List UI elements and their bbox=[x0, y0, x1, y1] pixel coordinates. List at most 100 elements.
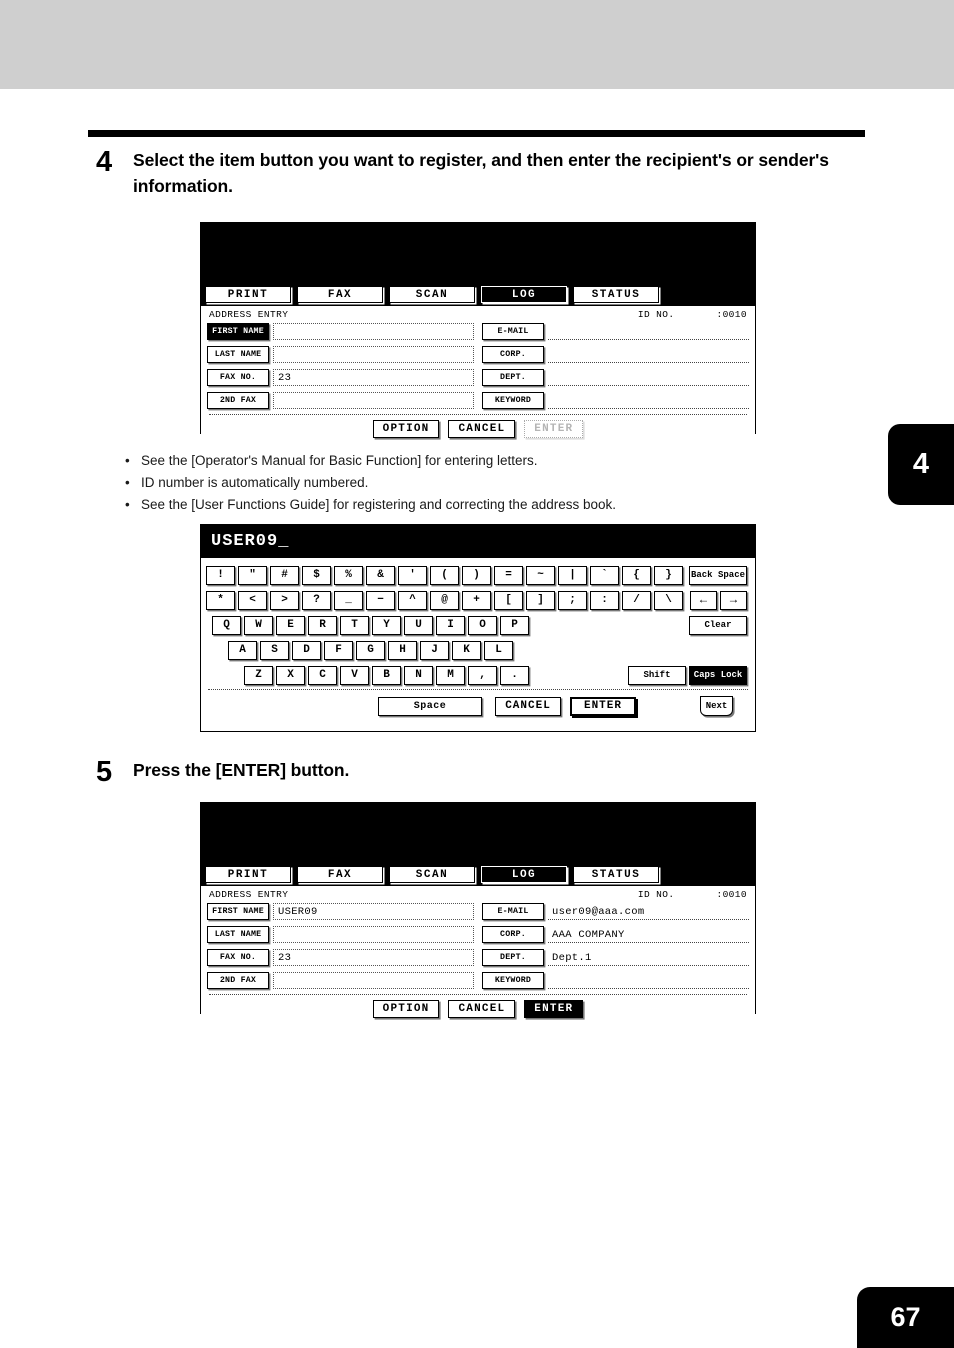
key-percent[interactable]: % bbox=[334, 565, 363, 585]
key-ampersand[interactable]: & bbox=[366, 565, 395, 585]
key-x[interactable]: X bbox=[276, 665, 305, 685]
tab-scan[interactable]: SCAN bbox=[389, 866, 475, 883]
tab-scan[interactable]: SCAN bbox=[389, 286, 475, 303]
key-colon[interactable]: : bbox=[590, 590, 619, 610]
key-l[interactable]: L bbox=[484, 640, 513, 660]
tab-status[interactable]: STATUS bbox=[573, 866, 659, 883]
key-b[interactable]: B bbox=[372, 665, 401, 685]
key-button-fax-no[interactable]: FAX NO. bbox=[207, 949, 269, 966]
next-button[interactable]: Next bbox=[700, 696, 733, 716]
key-tilde[interactable]: ~ bbox=[526, 565, 555, 585]
key-at-sign[interactable]: @ bbox=[430, 590, 459, 610]
field-value-2nd-fax[interactable] bbox=[273, 972, 474, 989]
key-period[interactable]: . bbox=[500, 665, 529, 685]
tab-fax[interactable]: FAX bbox=[297, 866, 383, 883]
key-d[interactable]: D bbox=[292, 640, 321, 660]
key-minus[interactable]: − bbox=[366, 590, 395, 610]
key-c[interactable]: C bbox=[308, 665, 337, 685]
field-value-keyword[interactable] bbox=[548, 972, 749, 989]
key-j[interactable]: J bbox=[420, 640, 449, 660]
key-pipe[interactable]: | bbox=[558, 565, 587, 585]
field-value-last-name[interactable] bbox=[273, 346, 474, 363]
key-button-last-name[interactable]: LAST NAME bbox=[207, 346, 269, 363]
key-i[interactable]: I bbox=[436, 615, 465, 635]
arrow-right-icon[interactable]: → bbox=[720, 590, 747, 610]
key-q[interactable]: Q bbox=[212, 615, 241, 635]
key-f[interactable]: F bbox=[324, 640, 353, 660]
key-brace-close[interactable]: } bbox=[654, 565, 683, 585]
key-t[interactable]: T bbox=[340, 615, 369, 635]
key-button-2nd-fax[interactable]: 2ND FAX bbox=[207, 392, 269, 409]
field-value-dept[interactable] bbox=[548, 369, 749, 386]
tab-print[interactable]: PRINT bbox=[205, 866, 291, 883]
key-button-email[interactable]: E-MAIL bbox=[482, 903, 544, 920]
key-backslash[interactable]: \ bbox=[654, 590, 683, 610]
key-button-dept[interactable]: DEPT. bbox=[482, 369, 544, 386]
key-quote[interactable]: " bbox=[238, 565, 267, 585]
key-p[interactable]: P bbox=[500, 615, 529, 635]
field-value-first-name[interactable]: USER09 bbox=[273, 903, 474, 920]
key-button-dept[interactable]: DEPT. bbox=[482, 949, 544, 966]
key-brace-open[interactable]: { bbox=[622, 565, 651, 585]
key-bracket-close[interactable]: ] bbox=[526, 590, 555, 610]
key-button-corp[interactable]: CORP. bbox=[482, 926, 544, 943]
key-y[interactable]: Y bbox=[372, 615, 401, 635]
key-v[interactable]: V bbox=[340, 665, 369, 685]
field-value-keyword[interactable] bbox=[548, 392, 749, 409]
key-underscore[interactable]: _ bbox=[334, 590, 363, 610]
key-m[interactable]: M bbox=[436, 665, 465, 685]
key-exclam[interactable]: ! bbox=[206, 565, 235, 585]
enter-button[interactable]: ENTER bbox=[524, 1000, 584, 1018]
key-button-first-name[interactable]: FIRST NAME bbox=[207, 903, 269, 920]
tab-log[interactable]: LOG bbox=[481, 866, 567, 883]
field-value-fax-no[interactable]: 23 bbox=[273, 369, 474, 386]
key-space[interactable]: Space bbox=[378, 696, 482, 716]
key-equals[interactable]: = bbox=[494, 565, 523, 585]
key-s[interactable]: S bbox=[260, 640, 289, 660]
option-button[interactable]: OPTION bbox=[372, 420, 440, 438]
key-shift[interactable]: Shift bbox=[628, 665, 686, 685]
key-slash[interactable]: / bbox=[622, 590, 651, 610]
key-button-first-name[interactable]: FIRST NAME bbox=[207, 323, 269, 340]
key-o[interactable]: O bbox=[468, 615, 497, 635]
key-back-space[interactable]: Back Space bbox=[689, 565, 747, 585]
key-greater-than[interactable]: > bbox=[270, 590, 299, 610]
key-clear[interactable]: Clear bbox=[689, 615, 747, 635]
tab-log[interactable]: LOG bbox=[481, 286, 567, 303]
field-value-email[interactable]: user09@aaa.com bbox=[548, 903, 749, 920]
key-less-than[interactable]: < bbox=[238, 590, 267, 610]
field-value-dept[interactable]: Dept.1 bbox=[548, 949, 749, 966]
field-value-email[interactable] bbox=[548, 323, 749, 340]
key-asterisk[interactable]: * bbox=[206, 590, 235, 610]
key-dollar[interactable]: $ bbox=[302, 565, 331, 585]
key-u[interactable]: U bbox=[404, 615, 433, 635]
key-semicolon[interactable]: ; bbox=[558, 590, 587, 610]
field-value-fax-no[interactable]: 23 bbox=[273, 949, 474, 966]
tab-fax[interactable]: FAX bbox=[297, 286, 383, 303]
key-button-keyword[interactable]: KEYWORD bbox=[482, 392, 544, 409]
cancel-button[interactable]: CANCEL bbox=[448, 1000, 516, 1018]
key-button-email[interactable]: E-MAIL bbox=[482, 323, 544, 340]
key-backtick[interactable]: ` bbox=[590, 565, 619, 585]
option-button[interactable]: OPTION bbox=[372, 1000, 440, 1018]
tab-print[interactable]: PRINT bbox=[205, 286, 291, 303]
keyboard-cancel-button[interactable]: CANCEL bbox=[495, 696, 561, 716]
key-a[interactable]: A bbox=[228, 640, 257, 660]
key-button-fax-no[interactable]: FAX NO. bbox=[207, 369, 269, 386]
key-k[interactable]: K bbox=[452, 640, 481, 660]
key-button-2nd-fax[interactable]: 2ND FAX bbox=[207, 972, 269, 989]
tab-status[interactable]: STATUS bbox=[573, 286, 659, 303]
key-button-corp[interactable]: CORP. bbox=[482, 346, 544, 363]
key-button-last-name[interactable]: LAST NAME bbox=[207, 926, 269, 943]
field-value-corp[interactable] bbox=[548, 346, 749, 363]
cancel-button[interactable]: CANCEL bbox=[448, 420, 516, 438]
field-value-corp[interactable]: AAA COMPANY bbox=[548, 926, 749, 943]
key-e[interactable]: E bbox=[276, 615, 305, 635]
key-w[interactable]: W bbox=[244, 615, 273, 635]
keyboard-enter-button[interactable]: ENTER bbox=[570, 696, 636, 716]
key-comma[interactable]: , bbox=[468, 665, 497, 685]
key-z[interactable]: Z bbox=[244, 665, 273, 685]
key-button-keyword[interactable]: KEYWORD bbox=[482, 972, 544, 989]
key-plus[interactable]: + bbox=[462, 590, 491, 610]
key-caret[interactable]: ^ bbox=[398, 590, 427, 610]
